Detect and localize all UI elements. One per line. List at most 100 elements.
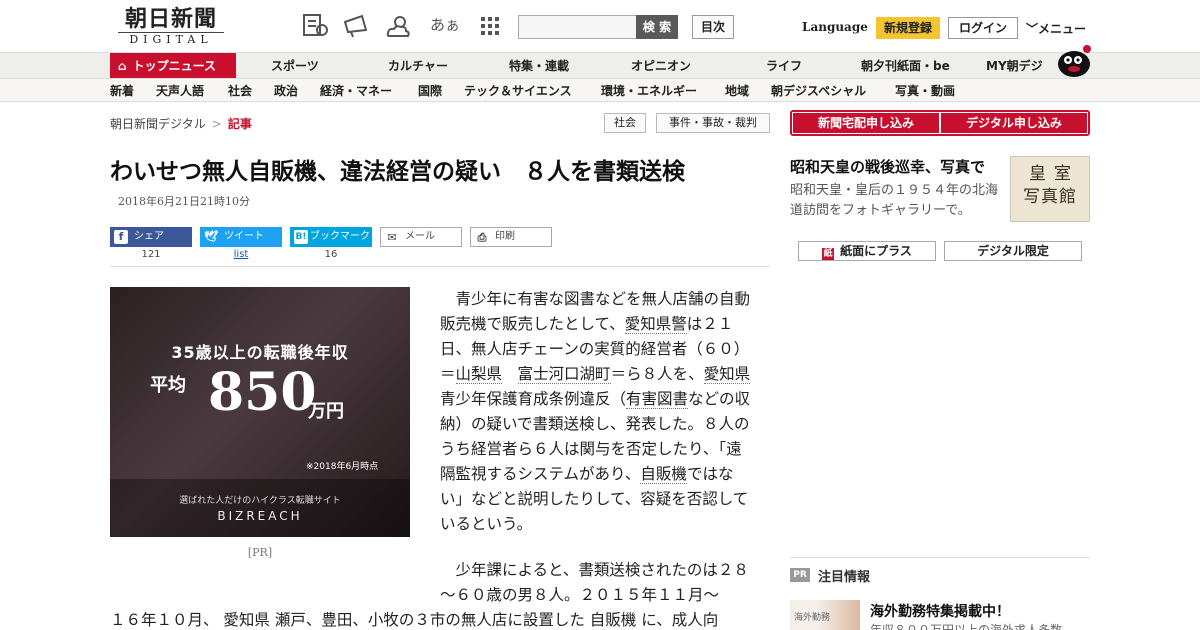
logo-kanji: 朝日新聞: [124, 6, 217, 32]
facebook-share-label: シェア: [134, 231, 164, 242]
nav2-item-region[interactable]: 地域: [725, 79, 749, 103]
promo-subtitle: 年収８００万円以上の海外求人多数: [870, 623, 1063, 630]
share-divider: [110, 266, 770, 267]
mail-share-button[interactable]: ✉ メール: [380, 227, 462, 247]
ad-amount: 850: [208, 362, 317, 423]
primary-nav: ⌂ トップニュース スポーツ カルチャー 特集・連載 オピニオン ライフ 朝夕刊紙…: [0, 52, 1200, 79]
print-button[interactable]: ⎙ 印刷: [470, 227, 552, 247]
home-delivery-button[interactable]: 新聞宅配申し込み: [793, 113, 939, 133]
apps-grid-icon[interactable]: [476, 12, 506, 40]
advertisement-banner[interactable]: 35歳以上の転職後年収 平均 850 万円 ※2018年6月時点 選ばれた人だけ…: [110, 287, 410, 537]
hatena-bookmark-count: 16: [324, 249, 338, 260]
search-button[interactable]: 検 索: [636, 15, 678, 39]
nav-top-news[interactable]: ⌂ トップニュース: [110, 53, 236, 79]
breadcrumb-current: 記事: [227, 117, 252, 131]
paragraph-2-line-2: １６年１０月、 愛知県 瀬戸、豊田、小牧の３市の無人店に設置した 自販機 に、成…: [110, 611, 719, 629]
nav2-item-politics[interactable]: 政治: [274, 79, 298, 103]
ad-subtitle: 選ばれた人だけのハイクラス転職サイト: [179, 496, 341, 506]
keyword-link[interactable]: 愛知県警: [624, 315, 687, 334]
nav2-item-environment[interactable]: 環境・エネルギー: [601, 79, 697, 103]
mascot-icon[interactable]: [1054, 42, 1092, 78]
twitter-share-label: ツイート: [224, 231, 264, 242]
weather-icon[interactable]: [384, 12, 414, 40]
home-icon: ⌂: [118, 59, 127, 73]
promo-title[interactable]: 海外勤務特集掲載中！: [870, 601, 1010, 621]
ad-note: ※2018年6月時点: [306, 462, 379, 472]
facebook-share-button[interactable]: f シェア: [110, 227, 192, 247]
paragraph-2-line-1: 少年課によると、書類送検されたのは２８～６０歳の男８人。２０１５年１１月～: [440, 561, 749, 604]
tag-society[interactable]: 社会: [604, 113, 646, 133]
promo-thumbnail[interactable]: 海外勤務: [790, 600, 860, 630]
nav2-item-photo[interactable]: 写真・動画: [895, 79, 955, 103]
keyword-link[interactable]: 有害図書: [626, 390, 689, 409]
font-size-icon[interactable]: あぁ: [430, 12, 460, 40]
twitter-icon: 🕊: [204, 230, 218, 243]
nav2-item-tenseijingo[interactable]: 天声人語: [156, 79, 204, 103]
register-button[interactable]: 新規登録: [876, 17, 940, 39]
article-paragraph-1: 青少年に有害な図書などを無人店舗の自動販売機で販売したとして、愛知県警は２１日、…: [440, 287, 752, 537]
feature-thumbnail[interactable]: 皇室 写真館: [1010, 156, 1090, 222]
ad-headline: 35歳以上の転職後年収: [171, 343, 349, 362]
logo-latin: DIGITAL: [118, 32, 224, 47]
article-headline: わいせつ無人自販機、違法経営の疑い ８人を書類送検: [110, 159, 685, 185]
megaphone-icon[interactable]: [342, 12, 372, 40]
rail-divider: [790, 557, 1090, 558]
keyword-link[interactable]: 自販機: [640, 465, 687, 484]
nav-item-features[interactable]: 特集・連載: [509, 53, 569, 79]
paper-plus-button[interactable]: 紙紙面にプラス: [798, 241, 936, 261]
nav2-item-tech[interactable]: テック＆サイエンス: [464, 79, 572, 103]
nav-item-culture[interactable]: カルチャー: [388, 53, 448, 79]
mail-share-label: メール: [405, 231, 435, 242]
nav-item-life[interactable]: ライフ: [766, 53, 802, 79]
article-paragraph-2: 少年課によると、書類送検されたのは２８～６０歳の男８人。２０１５年１１月～ １６…: [110, 558, 760, 630]
facebook-icon: f: [114, 230, 128, 244]
login-button[interactable]: ログイン: [948, 17, 1018, 39]
twitter-list-link[interactable]: list: [200, 249, 282, 260]
subscribe-box: 新聞宅配申し込み デジタル申し込み: [790, 110, 1090, 136]
pr-badge: PR: [790, 568, 810, 582]
breadcrumb-separator: >: [211, 117, 222, 131]
twitter-share-button[interactable]: 🕊 ツイート: [200, 227, 282, 247]
chevron-down-icon: ﹀: [1026, 22, 1039, 36]
ad-brand: BIZREACH: [217, 509, 303, 523]
printer-icon: ⎙: [477, 231, 487, 244]
keyword-link[interactable]: 山梨県: [455, 365, 503, 384]
breadcrumb-home[interactable]: 朝日新聞デジタル: [110, 117, 206, 131]
facebook-share-count: 121: [141, 249, 161, 260]
keyword-link[interactable]: 富士河口湖町: [517, 365, 611, 384]
feature-title[interactable]: 昭和天皇の戦後巡幸、写真で: [790, 156, 985, 177]
nav2-item-special[interactable]: 朝デジスペシャル: [771, 79, 866, 103]
nav2-item-economy[interactable]: 経済・マネー: [320, 79, 392, 103]
text-segment: 青少年保護育成条例違反（: [440, 390, 627, 408]
search-input[interactable]: [518, 15, 638, 39]
hatena-bookmark-label: ブックマーク: [310, 231, 370, 242]
ad-footer-band: [110, 479, 410, 537]
nav2-item-international[interactable]: 国際: [418, 79, 442, 103]
nav-item-opinion[interactable]: オピニオン: [631, 53, 691, 79]
hatena-icon: B!: [294, 230, 308, 244]
toc-button[interactable]: 目次: [692, 15, 734, 39]
hatena-bookmark-button[interactable]: B! ブックマーク: [290, 227, 372, 247]
site-logo[interactable]: 朝日新聞 DIGITAL: [112, 6, 230, 48]
paper-plus-label: 紙面にプラス: [840, 244, 912, 258]
feature-description: 昭和天皇・皇后の１９５４年の北海道訪問をフォトギャラリーで。: [790, 183, 999, 218]
nav2-item-latest[interactable]: 新着: [110, 79, 134, 103]
paper-plus-icon: 紙: [822, 248, 835, 260]
newspaper-icon[interactable]: [300, 12, 330, 40]
secondary-nav: 新着 天声人語 社会 政治 経済・マネー 国際 テック＆サイエンス 環境・エネル…: [0, 78, 1200, 102]
attention-heading: 注目情報: [818, 570, 871, 585]
ad-average-label: 平均: [150, 375, 186, 396]
digital-only-button[interactable]: デジタル限定: [944, 241, 1082, 261]
menu-button[interactable]: ﹀メニュー: [1026, 20, 1086, 37]
nav-item-sports[interactable]: スポーツ: [271, 53, 319, 79]
digital-subscribe-button[interactable]: デジタル申し込み: [941, 113, 1087, 133]
nav-item-my[interactable]: MY朝デジ: [986, 53, 1043, 79]
text-segment: ＝ら８人を、: [610, 365, 704, 383]
nav-item-paper[interactable]: 朝夕刊紙面・be: [861, 53, 950, 79]
menu-label: メニュー: [1038, 22, 1087, 36]
tag-incidents[interactable]: 事件・事故・裁判: [656, 113, 770, 133]
keyword-link[interactable]: 愛知県: [703, 365, 751, 384]
language-link[interactable]: Language: [802, 20, 868, 34]
nav2-item-society[interactable]: 社会: [228, 79, 252, 103]
thumbnail-line-2: 写真館: [1023, 187, 1077, 207]
